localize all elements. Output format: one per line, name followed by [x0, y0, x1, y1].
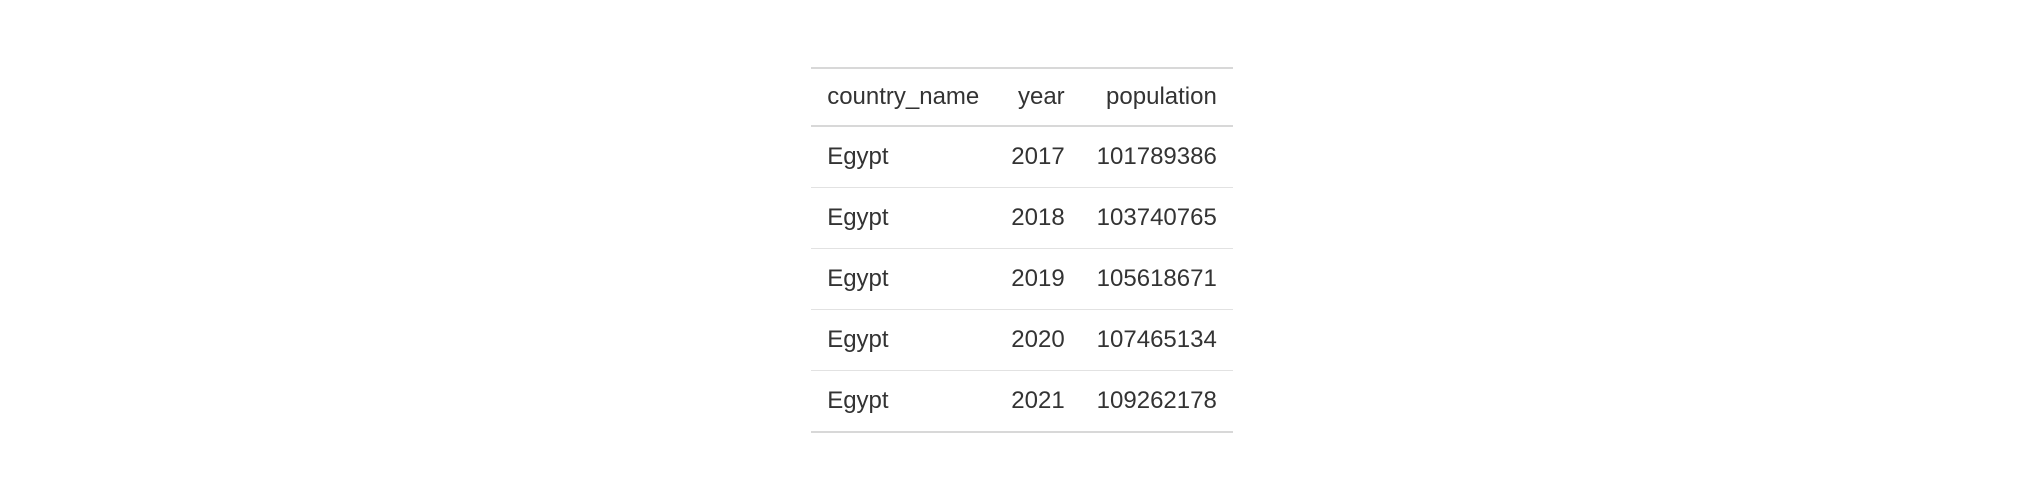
column-header-country-name: country_name: [811, 68, 995, 126]
cell-population: 109262178: [1081, 371, 1233, 433]
cell-country-name: Egypt: [811, 126, 995, 188]
cell-country-name: Egypt: [811, 188, 995, 249]
table-row: Egypt 2019 105618671: [811, 249, 1233, 310]
cell-year: 2020: [995, 310, 1080, 371]
table-row: Egypt 2021 109262178: [811, 371, 1233, 433]
cell-country-name: Egypt: [811, 310, 995, 371]
cell-year: 2017: [995, 126, 1080, 188]
cell-population: 103740765: [1081, 188, 1233, 249]
cell-year: 2019: [995, 249, 1080, 310]
cell-year: 2021: [995, 371, 1080, 433]
table-row: Egypt 2020 107465134: [811, 310, 1233, 371]
cell-country-name: Egypt: [811, 371, 995, 433]
data-table: country_name year population Egypt 2017 …: [811, 67, 1233, 433]
cell-year: 2018: [995, 188, 1080, 249]
table-row: Egypt 2018 103740765: [811, 188, 1233, 249]
table-header-row: country_name year population: [811, 68, 1233, 126]
cell-population: 101789386: [1081, 126, 1233, 188]
table-row: Egypt 2017 101789386: [811, 126, 1233, 188]
data-table-container: country_name year population Egypt 2017 …: [811, 67, 1233, 433]
cell-country-name: Egypt: [811, 249, 995, 310]
column-header-population: population: [1081, 68, 1233, 126]
column-header-year: year: [995, 68, 1080, 126]
cell-population: 105618671: [1081, 249, 1233, 310]
cell-population: 107465134: [1081, 310, 1233, 371]
